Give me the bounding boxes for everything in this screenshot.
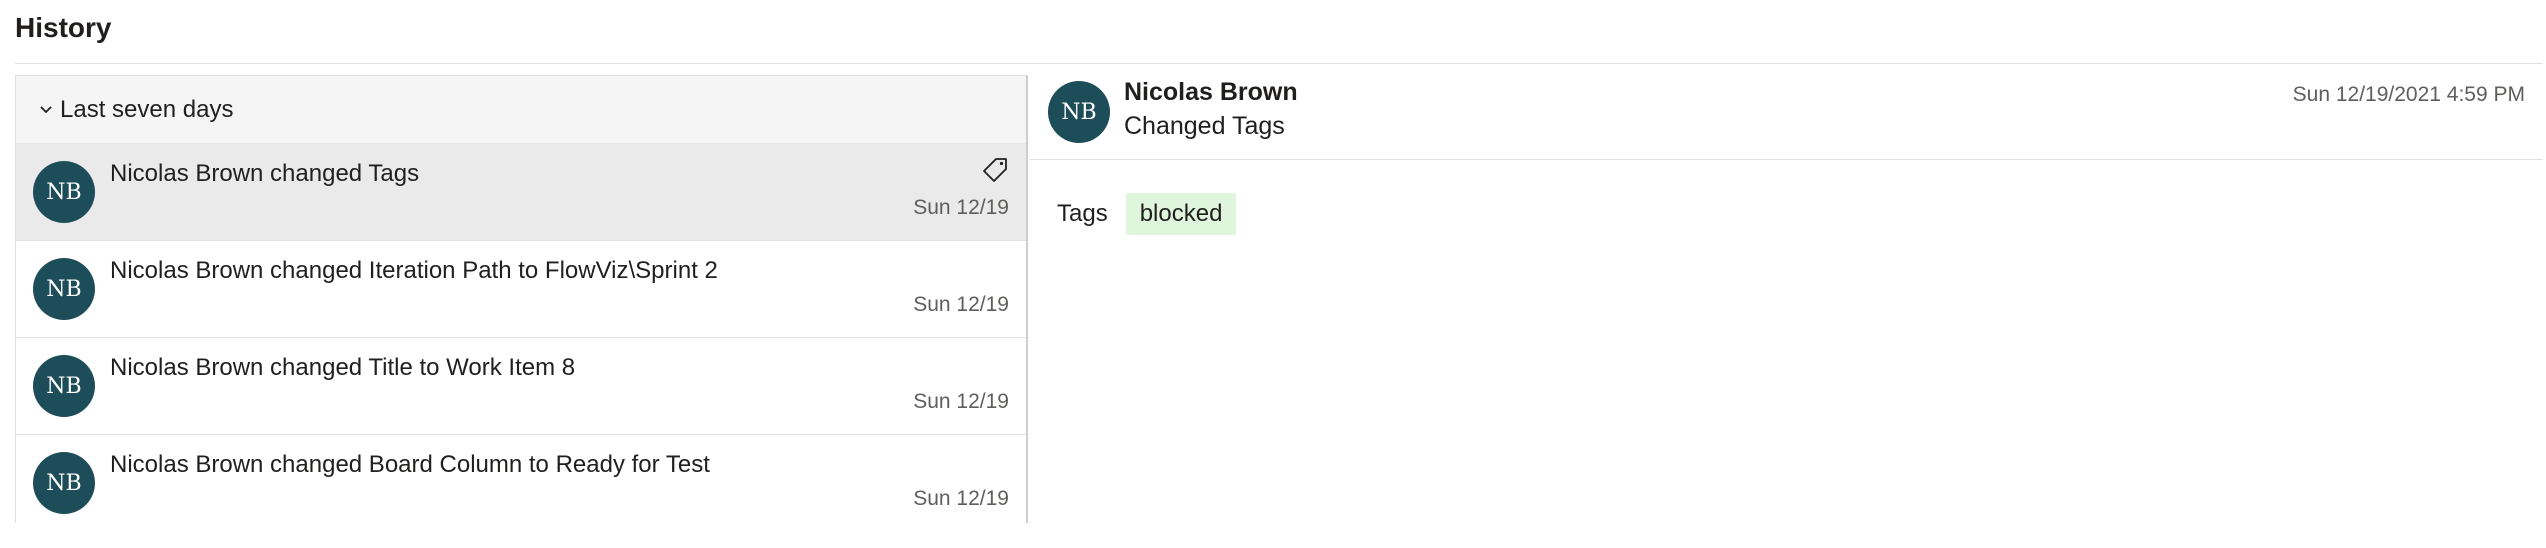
avatar: NB xyxy=(33,258,95,320)
field-label: Tags xyxy=(1057,200,1108,227)
history-row-date: Sun 12/19 xyxy=(913,390,1009,413)
history-detail-panel: NB Nicolas Brown Changed Tags Sun 12/19/… xyxy=(1030,63,2543,523)
history-row[interactable]: NB Nicolas Brown changed Tags Sun 12/19 xyxy=(16,144,1026,241)
history-row[interactable]: NB Nicolas Brown changed Title to Work I… xyxy=(16,338,1026,435)
history-list-panel: Last seven days NB Nicolas Brown changed… xyxy=(15,75,1028,523)
history-row-date: Sun 12/19 xyxy=(913,487,1009,510)
history-row-text: Nicolas Brown changed Board Column to Re… xyxy=(110,451,710,478)
field-change-row: Tags blocked xyxy=(1057,193,1237,235)
history-row-text: Nicolas Brown changed Iteration Path to … xyxy=(110,257,718,284)
history-row[interactable]: NB Nicolas Brown changed Board Column to… xyxy=(16,435,1026,523)
detail-user-name: Nicolas Brown xyxy=(1124,78,1298,106)
history-row-text: Nicolas Brown changed Title to Work Item… xyxy=(110,354,576,381)
tag-chip[interactable]: blocked xyxy=(1125,193,1237,235)
group-label: Last seven days xyxy=(60,95,234,123)
avatar: NB xyxy=(33,452,95,514)
detail-header: NB Nicolas Brown Changed Tags Sun 12/19/… xyxy=(1030,63,2543,160)
detail-timestamp: Sun 12/19/2021 4:59 PM xyxy=(2292,83,2525,106)
history-row[interactable]: NB Nicolas Brown changed Iteration Path … xyxy=(16,241,1026,338)
avatar: NB xyxy=(33,355,95,417)
group-header-last-seven-days[interactable]: Last seven days xyxy=(16,76,1026,144)
tag-icon xyxy=(983,158,1007,182)
history-row-date: Sun 12/19 xyxy=(913,196,1009,219)
detail-action: Changed Tags xyxy=(1124,112,1285,140)
history-row-date: Sun 12/19 xyxy=(913,293,1009,316)
chevron-down-icon xyxy=(40,105,52,113)
history-row-text: Nicolas Brown changed Tags xyxy=(110,160,420,187)
avatar: NB xyxy=(33,161,95,223)
avatar: NB xyxy=(1048,81,1110,143)
page-title: History xyxy=(15,12,112,43)
